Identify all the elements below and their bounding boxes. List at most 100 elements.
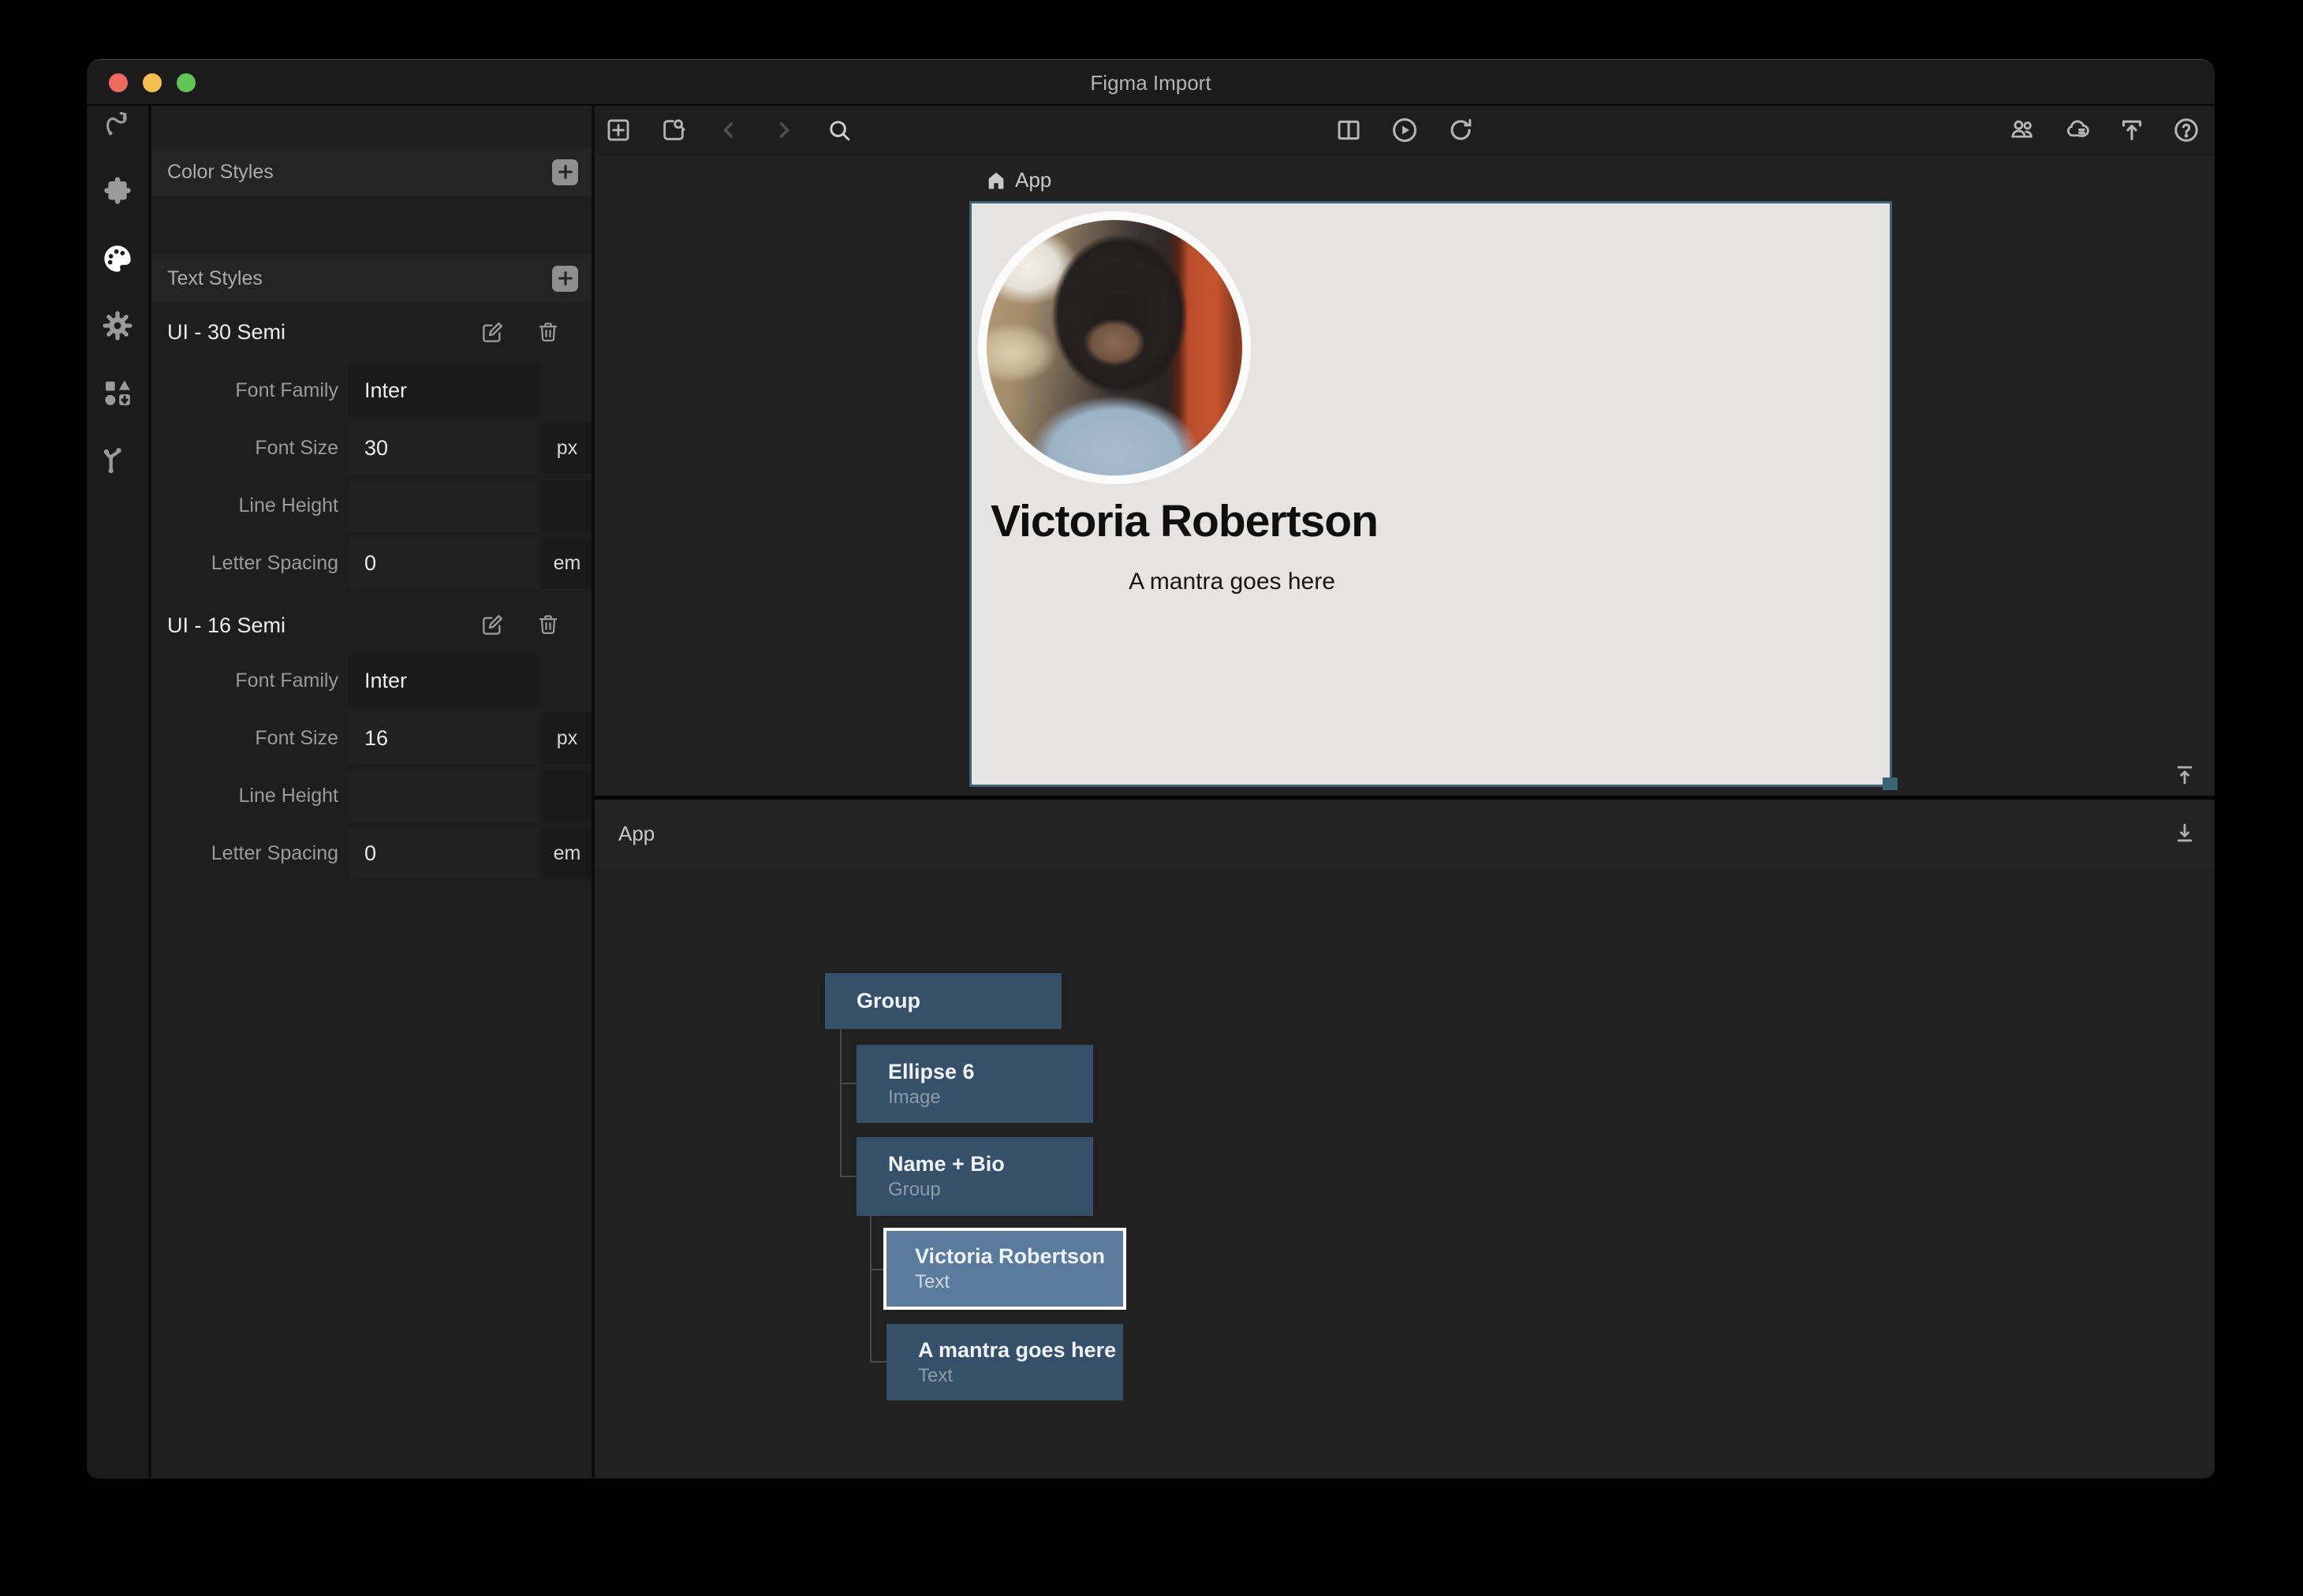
font-family-label: Font Family bbox=[151, 379, 349, 402]
letter-spacing-row: Letter Spacing em bbox=[151, 535, 592, 592]
tree-node-name-bio[interactable]: Name + Bio Group bbox=[857, 1137, 1093, 1216]
line-height-unit[interactable] bbox=[543, 770, 592, 822]
letter-spacing-unit[interactable]: em bbox=[543, 828, 592, 879]
tree-connector bbox=[840, 1083, 857, 1084]
node-title: Victoria Robertson bbox=[915, 1244, 1123, 1269]
tree-header bbox=[595, 800, 2215, 867]
line-height-label: Line Height bbox=[151, 785, 349, 807]
plugins-icon[interactable] bbox=[102, 176, 133, 207]
app-window: Figma Import bbox=[87, 59, 2215, 1479]
tree-connector bbox=[840, 1029, 842, 1177]
letter-spacing-label: Letter Spacing bbox=[151, 552, 349, 575]
style-name: UI - 30 Semi bbox=[167, 320, 286, 345]
tree-node-victoria-selected[interactable]: Victoria Robertson Text bbox=[883, 1228, 1126, 1310]
layer-tree-panel: App Group Ellipse 6 bbox=[595, 800, 2215, 1478]
text-styles-header: Text Styles bbox=[151, 254, 592, 303]
font-family-row: Font Family bbox=[151, 362, 592, 420]
font-size-label: Font Size bbox=[151, 727, 349, 750]
text-styles-title: Text Styles bbox=[167, 267, 552, 290]
font-family-label: Font Family bbox=[151, 669, 349, 692]
line-height-unit[interactable] bbox=[543, 480, 592, 531]
letter-spacing-row: Letter Spacing em bbox=[151, 825, 592, 882]
add-frame-icon[interactable] bbox=[604, 116, 633, 144]
letter-spacing-unit[interactable]: em bbox=[543, 538, 592, 589]
artboard[interactable]: Victoria Robertson A mantra goes here bbox=[972, 203, 1890, 785]
font-size-input[interactable] bbox=[349, 713, 539, 764]
help-icon[interactable] bbox=[2172, 116, 2200, 144]
window-title: Figma Import bbox=[87, 71, 2215, 95]
font-size-unit[interactable]: px bbox=[543, 713, 592, 764]
collapse-up-icon[interactable] bbox=[2170, 761, 2199, 789]
canvas-toolbar bbox=[595, 106, 2215, 155]
import-inspect-icon[interactable] bbox=[659, 116, 688, 144]
font-size-input[interactable] bbox=[349, 423, 539, 474]
delete-style-icon[interactable] bbox=[536, 320, 562, 345]
branch-icon[interactable] bbox=[102, 444, 133, 475]
add-text-style-button[interactable] bbox=[552, 266, 578, 292]
node-title: Ellipse 6 bbox=[888, 1060, 1093, 1084]
font-size-row: Font Size px bbox=[151, 710, 592, 767]
play-icon[interactable] bbox=[1390, 116, 1419, 144]
node-subtitle: Image bbox=[888, 1087, 1093, 1109]
font-family-input[interactable] bbox=[349, 655, 540, 707]
selection-resize-handle[interactable] bbox=[1883, 777, 1898, 790]
vector-tool-icon[interactable] bbox=[102, 109, 133, 140]
tree-connector bbox=[870, 1216, 872, 1363]
font-size-row: Font Size px bbox=[151, 420, 592, 477]
tree-node-ellipse[interactable]: Ellipse 6 Image bbox=[857, 1045, 1093, 1123]
titlebar: Figma Import bbox=[87, 60, 2215, 106]
design-canvas[interactable]: App Victoria Robertson A mantra goes her… bbox=[595, 155, 2215, 796]
line-height-row: Line Height bbox=[151, 477, 592, 535]
node-subtitle: Text bbox=[915, 1271, 1123, 1293]
artboard-name: App bbox=[1015, 168, 1051, 192]
line-height-label: Line Height bbox=[151, 494, 349, 517]
tree-root-label: App bbox=[618, 822, 655, 846]
settings-icon[interactable] bbox=[102, 310, 133, 341]
line-height-input[interactable] bbox=[349, 480, 539, 531]
node-subtitle: Text bbox=[918, 1365, 1123, 1387]
avatar[interactable] bbox=[978, 211, 1251, 484]
style-group-header: UI - 30 Semi bbox=[151, 303, 592, 362]
cloud-sync-icon[interactable] bbox=[2063, 116, 2092, 144]
line-height-input[interactable] bbox=[349, 770, 539, 822]
styles-panel: Color Styles Text Styles UI - 30 Semi bbox=[151, 106, 595, 1478]
letter-spacing-input[interactable] bbox=[349, 538, 539, 589]
tree-connector bbox=[870, 1361, 886, 1363]
node-title: Name + Bio bbox=[888, 1152, 1093, 1176]
line-height-row: Line Height bbox=[151, 767, 592, 825]
artboard-label[interactable]: App bbox=[985, 168, 1051, 192]
color-styles-header: Color Styles bbox=[151, 147, 592, 196]
forward-icon[interactable] bbox=[770, 116, 798, 144]
left-icon-bar bbox=[87, 106, 151, 1478]
letter-spacing-input[interactable] bbox=[349, 828, 539, 879]
font-family-input[interactable] bbox=[349, 365, 540, 416]
components-icon[interactable] bbox=[102, 377, 133, 408]
edit-style-icon[interactable] bbox=[480, 613, 505, 638]
delete-style-icon[interactable] bbox=[536, 613, 562, 638]
node-title: Group bbox=[857, 989, 1062, 1013]
collapse-down-icon[interactable] bbox=[2170, 819, 2199, 847]
tree-node-group[interactable]: Group bbox=[825, 973, 1062, 1029]
add-color-style-button[interactable] bbox=[552, 159, 578, 185]
upload-icon[interactable] bbox=[2118, 116, 2146, 144]
back-icon[interactable] bbox=[715, 116, 743, 144]
collaborators-icon[interactable] bbox=[2009, 116, 2037, 144]
split-view-icon[interactable] bbox=[1334, 116, 1363, 144]
font-family-row: Font Family bbox=[151, 652, 592, 710]
font-size-unit[interactable]: px bbox=[543, 423, 592, 474]
card-mantra-text[interactable]: A mantra goes here bbox=[991, 569, 1473, 595]
tree-node-mantra[interactable]: A mantra goes here Text bbox=[886, 1324, 1123, 1400]
edit-style-icon[interactable] bbox=[480, 320, 505, 345]
style-group-header: UI - 16 Semi bbox=[151, 598, 592, 652]
card-name-text[interactable]: Victoria Robertson bbox=[991, 495, 1480, 547]
style-name: UI - 16 Semi bbox=[167, 613, 286, 638]
color-styles-title: Color Styles bbox=[167, 161, 552, 184]
search-icon[interactable] bbox=[825, 116, 853, 144]
tree-connector bbox=[870, 1269, 883, 1270]
avatar-photo bbox=[987, 220, 1242, 475]
node-subtitle: Group bbox=[888, 1179, 1093, 1201]
letter-spacing-label: Letter Spacing bbox=[151, 842, 349, 865]
palette-icon[interactable] bbox=[102, 243, 133, 274]
refresh-icon[interactable] bbox=[1446, 116, 1475, 144]
node-title: A mantra goes here bbox=[918, 1338, 1123, 1363]
